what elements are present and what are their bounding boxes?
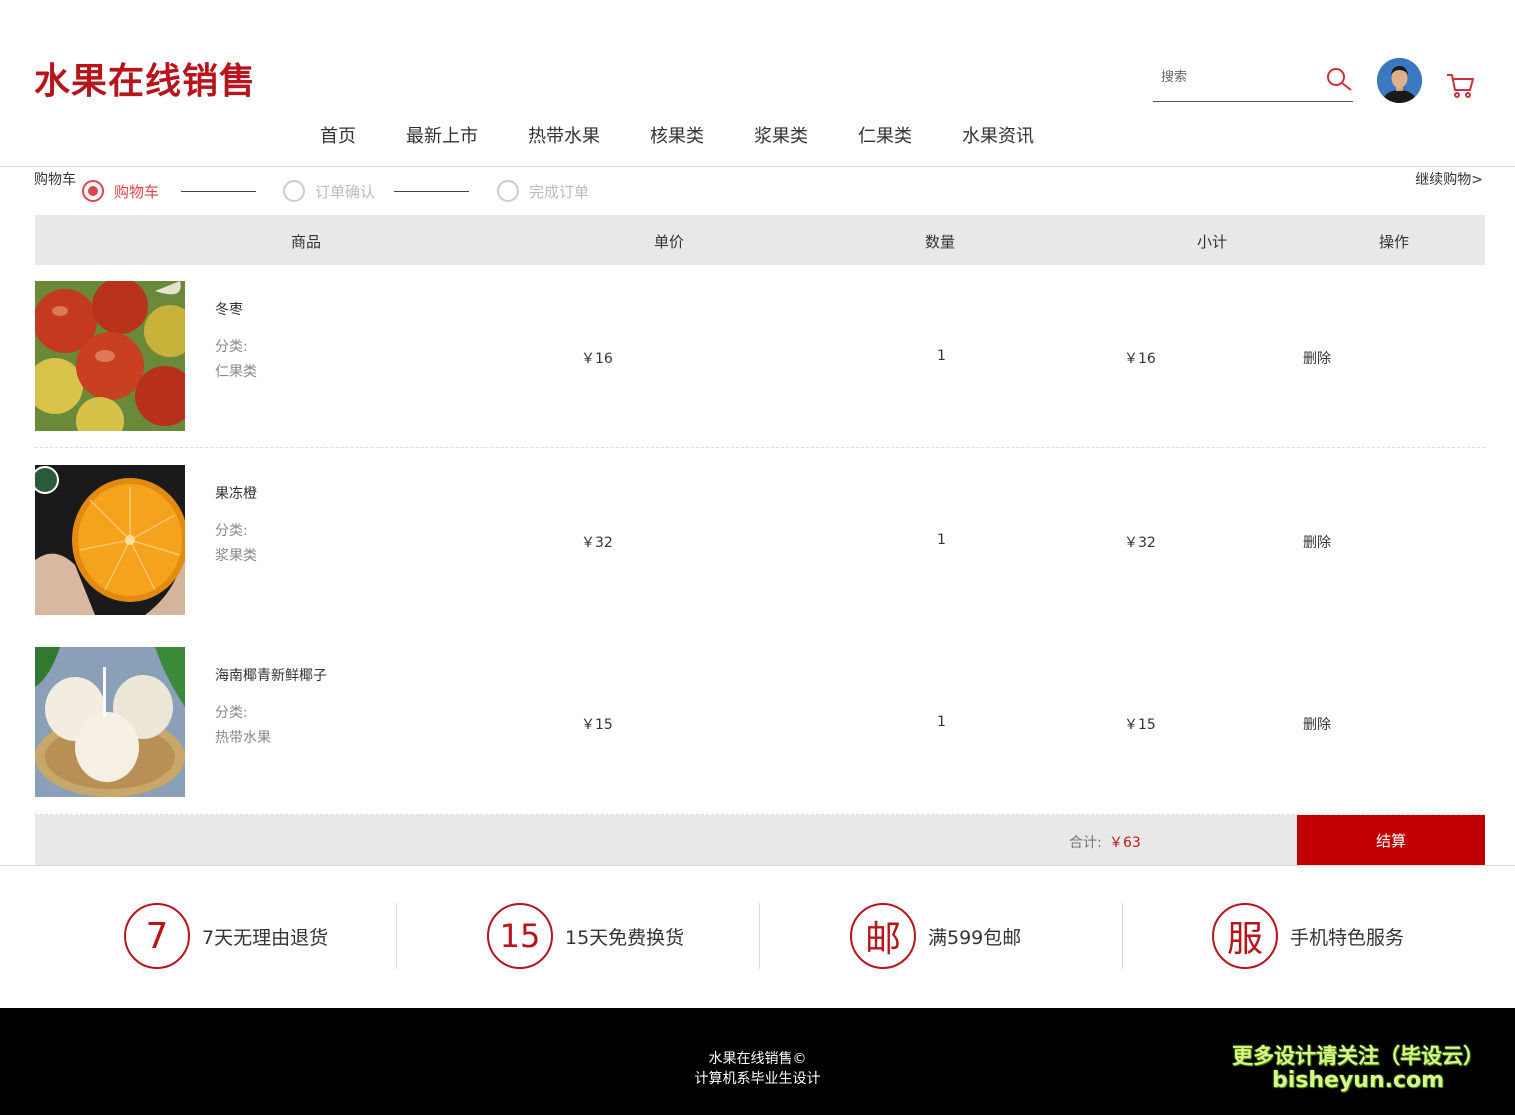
service-text: 7天无理由退货 [202, 926, 329, 949]
step-cart-radio [82, 180, 104, 202]
jujube-image [35, 281, 185, 431]
search-input[interactable] [1161, 64, 1321, 90]
service-exchange: 15 15天免费换货 [487, 903, 684, 969]
continue-shopping-link[interactable]: 继续购物> [1415, 169, 1483, 189]
exchange-15day-icon: 15 [487, 903, 553, 969]
avatar-image [1377, 58, 1422, 103]
table-row: 冬枣 分类: 仁果类 ￥16 1 ￥16 删除 [35, 281, 1485, 431]
site-footer: 水果在线销售© 计算机系毕业生设计 更多设计请关注（毕设云） bisheyun.… [0, 1008, 1515, 1115]
category-value: 浆果类 [215, 548, 257, 564]
category-value: 仁果类 [215, 364, 257, 380]
service-text: 满599包邮 [928, 926, 1022, 949]
step-complete-label: 完成订单 [529, 182, 590, 201]
quantity: 1 [937, 532, 946, 548]
step-confirm-label: 订单确认 [315, 182, 376, 201]
nav-stone-fruit[interactable]: 核果类 [650, 122, 704, 148]
product-image-jujube[interactable] [35, 281, 185, 431]
main-nav: 首页 最新上市 热带水果 核果类 浆果类 仁果类 水果资讯 [320, 122, 1084, 148]
service-divider [1122, 903, 1123, 969]
total-label: 合计: [1069, 835, 1102, 851]
nav-home[interactable]: 首页 [320, 122, 356, 148]
subtotal: ￥32 [1124, 535, 1156, 551]
nav-new-arrivals[interactable]: 最新上市 [406, 122, 478, 148]
subtotal: ￥15 [1124, 717, 1156, 733]
footer-divider [0, 865, 1515, 866]
step-confirm-radio [283, 180, 305, 202]
service-return: 7 7天无理由退货 [124, 903, 328, 969]
nav-pome[interactable]: 仁果类 [858, 122, 912, 148]
subtotal: ￥16 [1124, 351, 1156, 367]
service-shipping: 邮 满599包邮 [850, 903, 1021, 969]
header-divider [0, 166, 1515, 167]
product-name[interactable]: 果冻橙 [215, 483, 257, 503]
step-cart: 购物车 [82, 180, 159, 202]
step-confirm: 订单确认 [283, 180, 375, 202]
th-quantity: 数量 [924, 233, 956, 251]
search-icon[interactable] [1325, 66, 1353, 94]
service-divider [396, 903, 397, 969]
table-row: 海南椰青新鲜椰子 分类: 热带水果 ￥15 1 ￥15 删除 [35, 647, 1485, 797]
product-name[interactable]: 海南椰青新鲜椰子 [215, 665, 327, 685]
total-value: ￥63 [1109, 835, 1141, 851]
quantity: 1 [937, 348, 946, 364]
breadcrumb: 购物车 [34, 172, 76, 188]
site-logo[interactable]: 水果在线销售 [34, 52, 256, 104]
delete-button[interactable]: 删除 [1303, 532, 1331, 552]
nav-berries[interactable]: 浆果类 [754, 122, 808, 148]
step-cart-label: 购物车 [114, 182, 160, 201]
delete-button[interactable]: 删除 [1303, 714, 1331, 734]
promo-url[interactable]: bisheyun.com [1272, 1068, 1444, 1093]
service-divider [759, 903, 760, 969]
th-action: 操作 [1378, 233, 1410, 251]
quantity: 1 [937, 714, 946, 730]
search-box [1153, 60, 1353, 102]
product-image-coconut[interactable] [35, 647, 185, 797]
category-label: 分类: [215, 339, 248, 355]
th-subtotal: 小计 [1196, 233, 1228, 251]
row-divider [35, 447, 1485, 448]
table-row: 果冻橙 分类: 浆果类 ￥32 1 ￥32 删除 [35, 465, 1485, 615]
step-connector [181, 191, 256, 192]
product-name[interactable]: 冬枣 [215, 299, 243, 319]
nav-news[interactable]: 水果资讯 [962, 122, 1034, 148]
cart-total-bar: 合计: ￥63 结算 [35, 815, 1485, 865]
return-7day-icon: 7 [124, 903, 190, 969]
th-price: 单价 [653, 233, 685, 251]
avatar[interactable] [1377, 58, 1422, 103]
coconut-image [35, 647, 185, 797]
category-label: 分类: [215, 523, 248, 539]
nav-tropical[interactable]: 热带水果 [528, 122, 600, 148]
orange-image [35, 465, 185, 615]
category-label: 分类: [215, 705, 248, 721]
product-image-orange[interactable] [35, 465, 185, 615]
step-connector [394, 191, 469, 192]
th-product: 商品 [290, 233, 322, 251]
promo-text: 更多设计请关注（毕设云） [1232, 1044, 1484, 1068]
step-complete-radio [497, 180, 519, 202]
cart-icon[interactable] [1445, 70, 1475, 100]
unit-price: ￥15 [581, 717, 613, 733]
checkout-button[interactable]: 结算 [1297, 815, 1485, 865]
category-value: 热带水果 [215, 730, 271, 746]
free-shipping-icon: 邮 [850, 903, 916, 969]
service-text: 手机特色服务 [1290, 926, 1405, 949]
service-icon: 服 [1212, 903, 1278, 969]
step-complete: 完成订单 [497, 180, 589, 202]
unit-price: ￥32 [581, 535, 613, 551]
delete-button[interactable]: 删除 [1303, 348, 1331, 368]
cart-table-header: 商品 单价 数量 小计 操作 [35, 215, 1485, 265]
service-mobile: 服 手机特色服务 [1212, 903, 1404, 969]
service-text: 15天免费换货 [565, 926, 685, 949]
unit-price: ￥16 [581, 351, 613, 367]
